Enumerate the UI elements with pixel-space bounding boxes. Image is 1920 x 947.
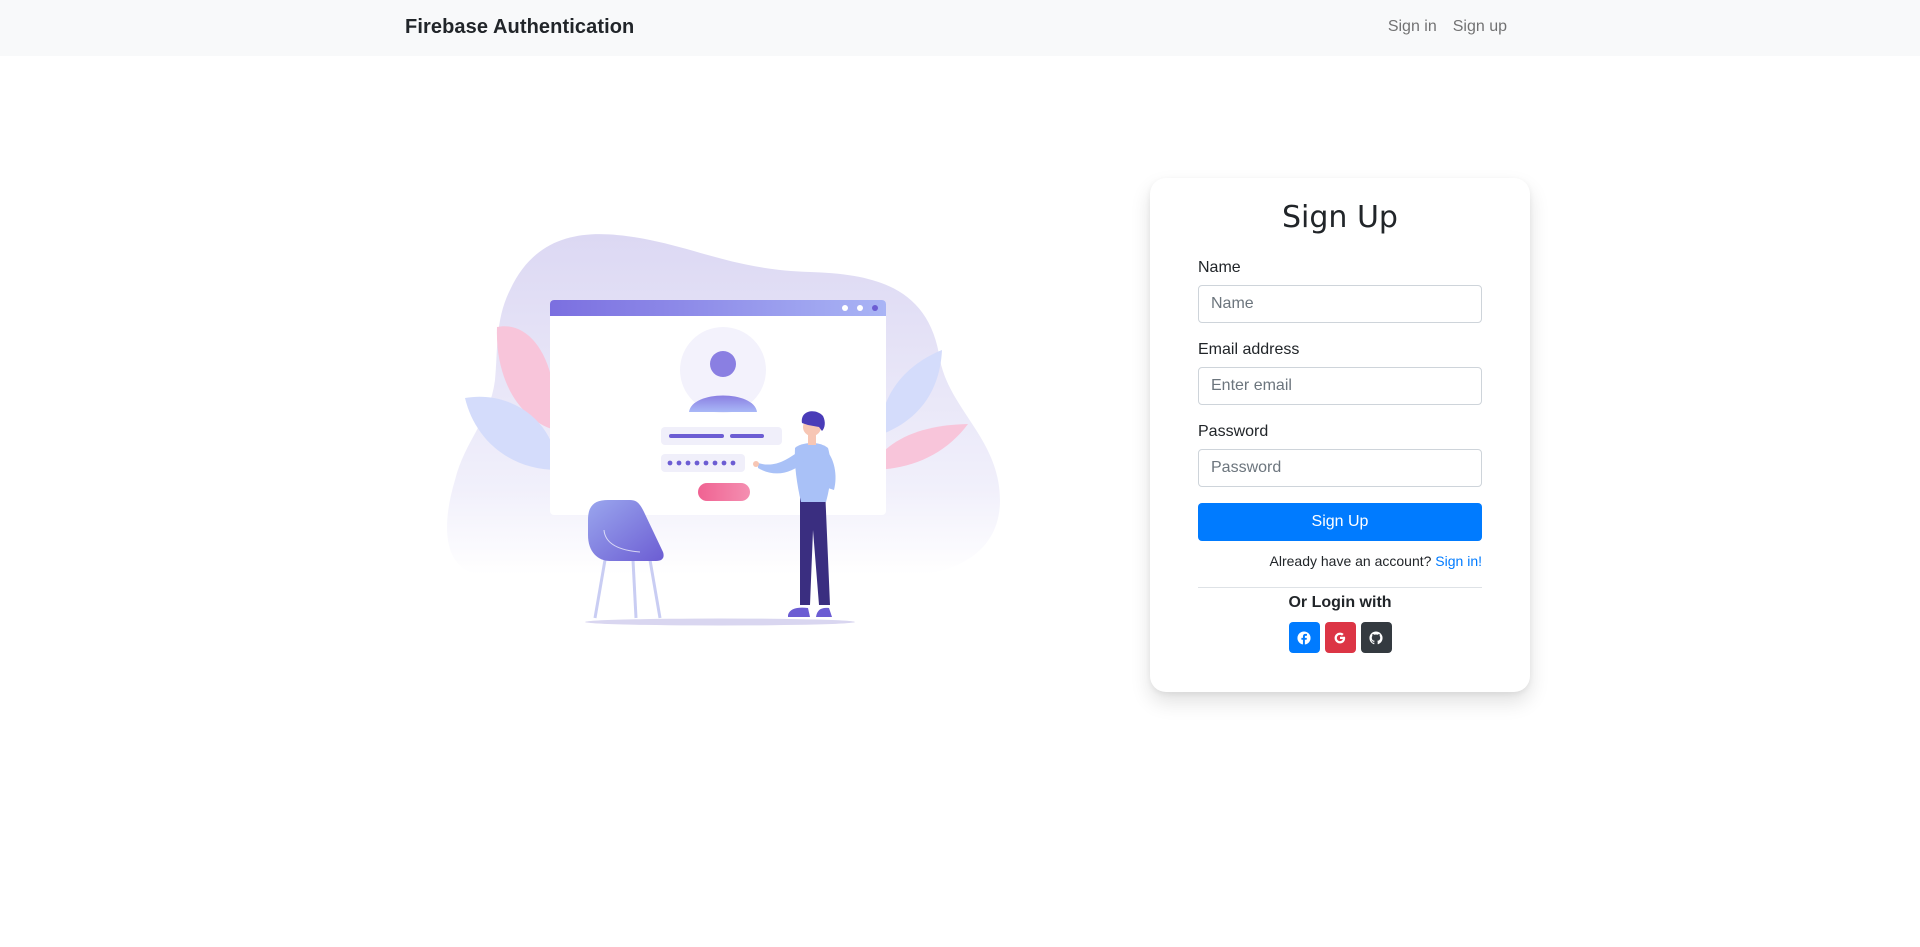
email-input[interactable] bbox=[1198, 367, 1482, 405]
form-title: Sign Up bbox=[1282, 200, 1398, 235]
signup-illustration bbox=[440, 230, 1010, 630]
github-icon bbox=[1369, 630, 1383, 644]
name-label: Name bbox=[1198, 259, 1241, 276]
login-button-illustration bbox=[698, 483, 750, 501]
brand-link[interactable]: Firebase Authentication bbox=[405, 16, 634, 39]
email-label: Email address bbox=[1198, 341, 1300, 358]
sign-up-button[interactable]: Sign Up bbox=[1198, 503, 1482, 541]
avatar-illustration bbox=[680, 327, 766, 413]
password-label: Password bbox=[1198, 423, 1269, 440]
nav-links: Sign in Sign up bbox=[1388, 18, 1507, 36]
signin-prompt-text: Already have an account? bbox=[1269, 553, 1432, 569]
navbar: Firebase Authentication Sign in Sign up bbox=[0, 0, 1920, 56]
divider bbox=[1198, 587, 1482, 588]
password-field-group: Password bbox=[1198, 423, 1482, 487]
or-login-heading: Or Login with bbox=[1288, 594, 1392, 611]
floor-shadow bbox=[585, 618, 855, 626]
facebook-icon bbox=[1297, 630, 1311, 645]
nav-link-sign-up[interactable]: Sign up bbox=[1453, 18, 1507, 36]
facebook-login-button[interactable] bbox=[1288, 622, 1320, 653]
login-illustration-svg bbox=[447, 234, 1001, 626]
signup-card: Sign Up Name Email address Password Sign… bbox=[1150, 178, 1530, 692]
sign-in-link[interactable]: Sign in! bbox=[1435, 553, 1482, 569]
social-login-row bbox=[1198, 622, 1482, 653]
email-field-group: Email address bbox=[1198, 341, 1482, 405]
name-field-group: Name bbox=[1198, 259, 1482, 323]
google-icon bbox=[1334, 632, 1346, 643]
google-login-button[interactable] bbox=[1324, 622, 1356, 653]
name-input[interactable] bbox=[1198, 285, 1482, 323]
nav-link-sign-in[interactable]: Sign in bbox=[1388, 18, 1437, 36]
signin-prompt-row: Already have an account? Sign in! bbox=[1198, 553, 1482, 569]
password-input[interactable] bbox=[1198, 449, 1482, 487]
github-login-button[interactable] bbox=[1360, 622, 1392, 653]
